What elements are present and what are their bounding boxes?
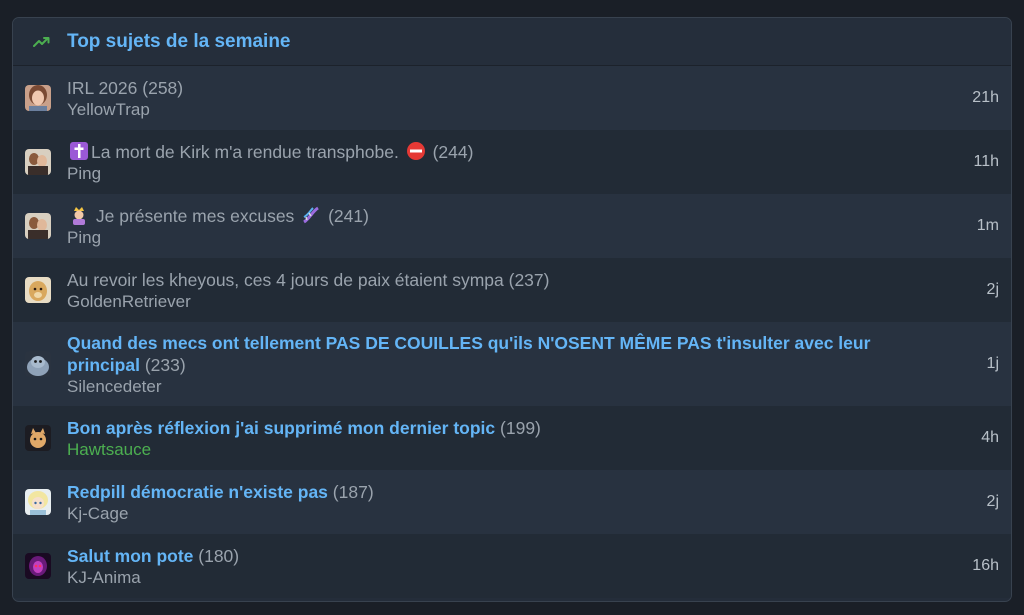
topic-author[interactable]: GoldenRetriever xyxy=(67,291,999,313)
topic-row[interactable]: Bon après réflexion j'ai supprimé mon de… xyxy=(13,406,1011,470)
avatar[interactable] xyxy=(25,553,51,579)
reply-count: (244) xyxy=(432,141,474,162)
avatar[interactable] xyxy=(25,425,51,451)
reply-count: (180) xyxy=(198,545,240,566)
reply-count: (237) xyxy=(508,269,550,290)
topic-author[interactable]: Ping xyxy=(67,163,999,185)
panel-header: Top sujets de la semaine xyxy=(13,18,1011,66)
avatar[interactable] xyxy=(25,277,51,303)
no-entry-icon xyxy=(406,141,426,161)
topic-row[interactable]: Quand des mecs ont tellement PAS DE COUI… xyxy=(13,322,1011,406)
topic-time: 11h xyxy=(973,153,999,170)
avatar[interactable] xyxy=(25,213,51,239)
topic-title[interactable]: Salut mon pote (180) xyxy=(67,545,999,567)
topic-title[interactable]: Redpill démocratie n'existe pas (187) xyxy=(67,481,999,503)
reply-count: (199) xyxy=(500,417,541,438)
avatar[interactable] xyxy=(25,351,51,377)
topic-time: 1m xyxy=(976,217,999,234)
topic-author[interactable]: YellowTrap xyxy=(67,99,999,121)
topic-time: 2j xyxy=(986,281,999,298)
topic-title[interactable]: IRL 2026 (258) xyxy=(67,77,999,99)
latin-cross-icon xyxy=(69,141,89,161)
topic-time: 1j xyxy=(986,355,999,372)
topic-author[interactable]: Hawtsauce xyxy=(67,439,999,461)
reply-count: (187) xyxy=(332,481,374,502)
reply-count: (258) xyxy=(142,77,184,98)
top-topics-panel: Top sujets de la semaine IRL 2026 (258) … xyxy=(12,17,1012,602)
princess-icon xyxy=(69,205,89,225)
topic-author[interactable]: Silencedeter xyxy=(67,376,999,398)
topic-row[interactable]: IRL 2026 (258) YellowTrap 21h xyxy=(13,66,1011,130)
topic-author[interactable]: KJ-Anima xyxy=(67,567,999,589)
avatar[interactable] xyxy=(25,489,51,515)
avatar[interactable] xyxy=(25,85,51,111)
topic-author[interactable]: Ping xyxy=(67,227,999,249)
topic-title[interactable]: Au revoir les kheyous, ces 4 jours de pa… xyxy=(67,269,999,291)
topic-time: 2j xyxy=(986,493,999,510)
reply-count: (241) xyxy=(328,205,369,226)
topic-row[interactable]: Redpill démocratie n'existe pas (187) Kj… xyxy=(13,470,1011,534)
topic-time: 16h xyxy=(972,557,999,574)
topic-title[interactable]: Quand des mecs ont tellement PAS DE COUI… xyxy=(67,332,999,376)
topic-row[interactable]: Salut mon pote (180) KJ-Anima 16h xyxy=(13,534,1011,598)
trending-up-icon xyxy=(33,35,53,49)
topic-title[interactable]: La mort de Kirk m'a rendue transphobe. (… xyxy=(67,141,999,163)
topic-title[interactable]: Je présente mes excuses (241) xyxy=(67,205,999,227)
reply-count: (233) xyxy=(144,354,186,375)
topic-list: IRL 2026 (258) YellowTrap 21h La mort de… xyxy=(13,66,1011,598)
topic-title[interactable]: Bon après réflexion j'ai supprimé mon de… xyxy=(67,417,999,439)
panel-title: Top sujets de la semaine xyxy=(67,30,291,52)
topic-author[interactable]: Kj-Cage xyxy=(67,503,999,525)
avatar[interactable] xyxy=(25,149,51,175)
dna-icon xyxy=(301,205,321,225)
topic-row[interactable]: Je présente mes excuses (241) Ping 1m xyxy=(13,194,1011,258)
topic-time: 21h xyxy=(972,89,999,106)
topic-row[interactable]: Au revoir les kheyous, ces 4 jours de pa… xyxy=(13,258,1011,322)
topic-time: 4h xyxy=(981,429,999,446)
topic-row[interactable]: La mort de Kirk m'a rendue transphobe. (… xyxy=(13,130,1011,194)
